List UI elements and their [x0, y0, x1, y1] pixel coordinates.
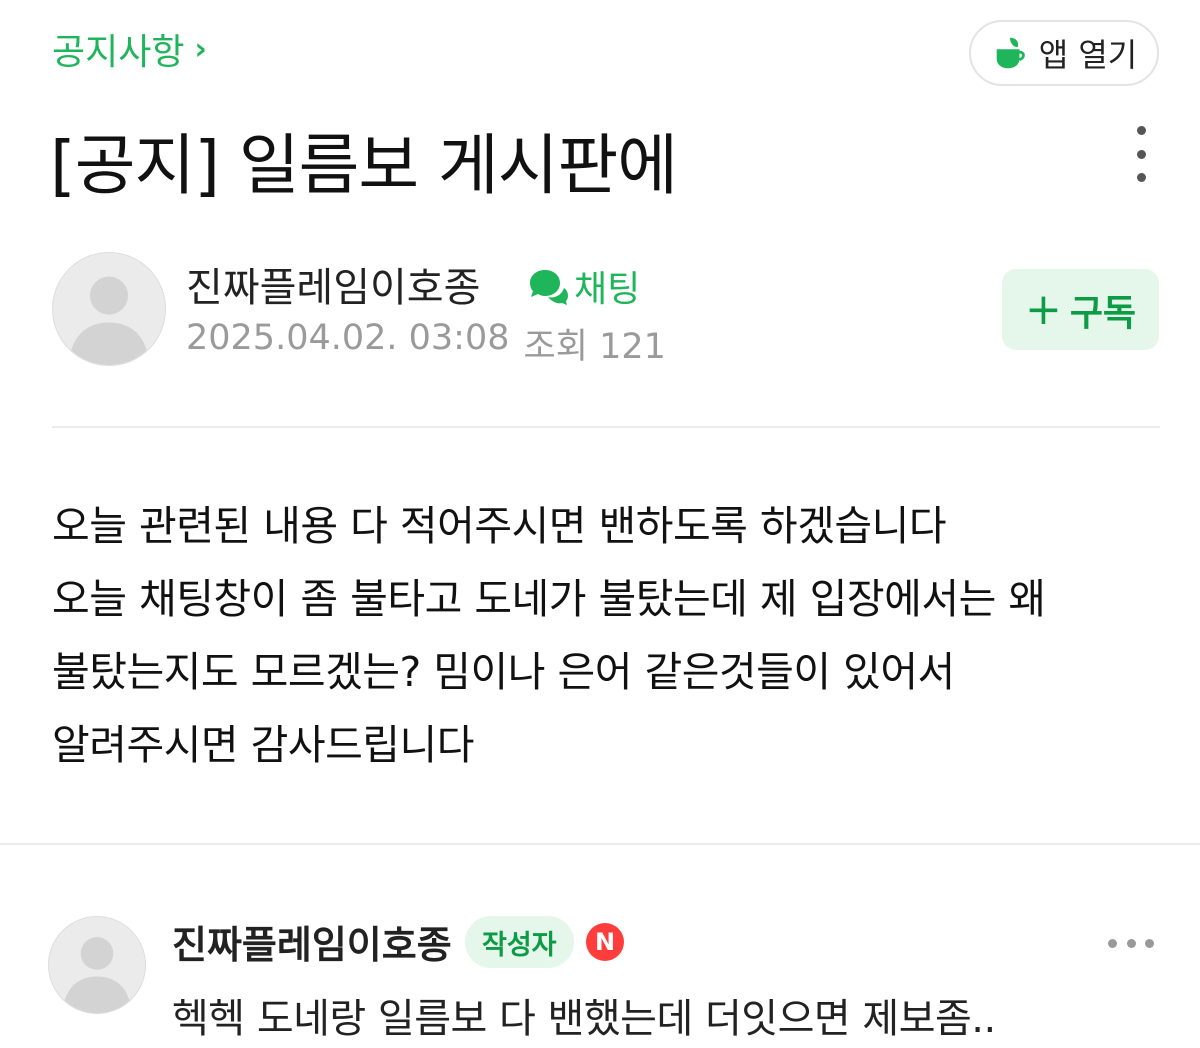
post-body-line: 알려주시면 감사드립니다 — [52, 721, 474, 769]
author-avatar[interactable] — [52, 252, 166, 366]
divider — [52, 426, 1160, 428]
app-open-button[interactable]: 앱 열기 — [969, 20, 1159, 86]
more-vertical-icon[interactable] — [1124, 126, 1158, 182]
board-link-label: 공지사항 — [52, 32, 185, 73]
cup-leaf-icon — [996, 37, 1025, 69]
post-date: 2025.04.02. 03:08 — [186, 318, 510, 358]
author-name[interactable]: 진짜플레임이호종 — [186, 255, 480, 313]
chat-bubbles-icon — [530, 270, 568, 305]
default-user-icon — [53, 253, 165, 365]
menu-dot — [1136, 173, 1146, 182]
post-body: 오늘 관련된 내용 다 적어주시면 밴하도록 하겠습니다 오늘 채팅창이 좀 불… — [52, 490, 1162, 782]
app-open-label: 앱 열기 — [1038, 36, 1138, 74]
view-count: 조회 121 — [524, 318, 666, 369]
post-meta: 2025.04.02. 03:08 조회 121 — [186, 318, 666, 369]
board-link[interactable]: 공지사항 › — [52, 24, 207, 74]
chevron-right-icon: › — [194, 31, 207, 67]
post-body-line: 오늘 관련된 내용 다 적어주시면 밴하도록 하겠습니다 — [52, 502, 947, 550]
post-body-line: 불탔는지도 모르겠는? 밈이나 은어 같은것들이 있어서 — [52, 648, 955, 696]
post-title: [공지] 일름보 게시판에 — [50, 127, 678, 204]
plus-icon: + — [1024, 283, 1062, 335]
author-badge: 작성자 — [465, 916, 574, 968]
default-user-icon — [49, 917, 145, 1013]
comment-text: 헥헥 도네랑 일름보 다 밴했는데 더잇으면 제보좀.. — [172, 996, 996, 1042]
menu-dot — [1145, 938, 1154, 948]
views-label: 조회 — [523, 327, 588, 367]
menu-dot — [1136, 149, 1146, 159]
comment-avatar[interactable] — [48, 916, 146, 1014]
subscribe-button[interactable]: + 구독 — [1002, 269, 1159, 350]
new-badge: N — [586, 923, 624, 961]
menu-dot — [1108, 938, 1117, 948]
chat-label: 채팅 — [574, 269, 641, 310]
subscribe-label: 구독 — [1069, 292, 1137, 334]
divider — [0, 843, 1200, 845]
comment-author[interactable]: 진짜플레임이호종 — [172, 914, 452, 969]
chat-button[interactable]: 채팅 — [526, 260, 640, 312]
menu-dot — [1126, 938, 1136, 948]
post-body-line: 오늘 채팅창이 좀 불타고 도네가 불탔는데 제 입장에서는 왜 — [52, 575, 1046, 623]
views-value: 121 — [599, 327, 666, 367]
menu-dot — [1136, 126, 1146, 135]
more-horizontal-icon[interactable] — [1108, 936, 1154, 950]
